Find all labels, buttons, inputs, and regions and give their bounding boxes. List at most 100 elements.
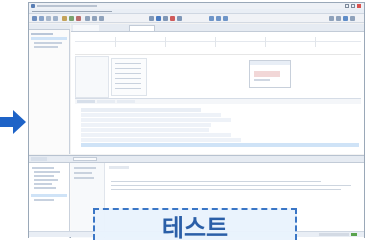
code-line: [81, 113, 221, 117]
design-ruler: [75, 33, 361, 55]
properties-field[interactable]: [109, 166, 129, 169]
arrow-right-icon: [0, 110, 26, 134]
toolbar: [29, 14, 364, 23]
caption-text: 테스트: [161, 216, 229, 240]
app-icon: [31, 4, 35, 8]
ruler-tick: [165, 37, 166, 47]
ruler-tick: [215, 37, 216, 47]
outline-view: [29, 163, 70, 238]
window-title: [37, 5, 97, 7]
tree-item[interactable]: [34, 179, 58, 181]
code-line: [81, 118, 231, 122]
list-item[interactable]: [115, 63, 141, 64]
code-line-highlighted: [81, 143, 359, 147]
copy-icon[interactable]: [46, 16, 51, 21]
design-canvas: [75, 56, 361, 98]
property-list: [111, 58, 147, 96]
toolbar-icon[interactable]: [156, 16, 161, 21]
paste-icon[interactable]: [53, 16, 58, 21]
toolbar-icon[interactable]: [223, 16, 228, 21]
open-icon[interactable]: [39, 16, 44, 21]
toolbar-icon[interactable]: [92, 16, 97, 21]
bottom-tab[interactable]: [31, 157, 47, 161]
bottom-tab-bar: [29, 156, 364, 163]
tree-item-selected[interactable]: [31, 37, 67, 40]
tree-item[interactable]: [34, 46, 58, 48]
list-item[interactable]: [74, 172, 92, 174]
toolbar-icon[interactable]: [170, 16, 175, 21]
list-item[interactable]: [115, 83, 141, 84]
toolbar-icon[interactable]: [177, 16, 182, 21]
editor-tab-active[interactable]: [129, 25, 155, 31]
editor-tab-bar: [71, 24, 364, 32]
maximize-icon[interactable]: [351, 4, 355, 8]
explorer-tab[interactable]: [29, 24, 70, 30]
tree-item[interactable]: [34, 171, 60, 173]
perspective-icon[interactable]: [336, 16, 341, 21]
folder-icon[interactable]: [62, 16, 67, 21]
form-field[interactable]: [254, 71, 280, 77]
form-header: [250, 61, 290, 65]
editor-tab[interactable]: [73, 25, 99, 31]
palette-panel: [75, 56, 109, 98]
code-line: [81, 138, 241, 142]
status-indicator: [351, 233, 357, 236]
tree-item[interactable]: [34, 187, 56, 189]
toolbar-icon[interactable]: [163, 16, 168, 21]
toolbar-icon[interactable]: [209, 16, 214, 21]
status-text: [319, 233, 349, 236]
tree-item[interactable]: [34, 42, 62, 44]
code-editor[interactable]: [75, 104, 361, 152]
code-line: [81, 128, 209, 132]
properties-text: [111, 189, 341, 190]
ruler-line: [75, 41, 361, 42]
close-icon[interactable]: [357, 4, 361, 8]
tree-item[interactable]: [34, 199, 54, 201]
code-line: [81, 123, 211, 127]
list-item[interactable]: [74, 177, 94, 179]
caption-box: 테스트: [93, 208, 297, 240]
code-line: [81, 108, 201, 112]
toolbar-icon[interactable]: [149, 16, 154, 21]
menu-items[interactable]: [32, 11, 112, 12]
code-line: [81, 133, 231, 137]
search-icon[interactable]: [350, 16, 355, 21]
bottom-tab-active[interactable]: [73, 157, 97, 161]
debug-icon[interactable]: [76, 16, 81, 21]
ruler-tick: [265, 37, 266, 47]
tree-item[interactable]: [31, 33, 53, 35]
run-icon[interactable]: [69, 16, 74, 21]
list-item[interactable]: [115, 78, 141, 79]
perspective-icon[interactable]: [343, 16, 348, 21]
sub-tab[interactable]: [117, 100, 135, 103]
ruler-tick: [115, 37, 116, 47]
editor-area: [71, 24, 364, 154]
screenshot-stage: 테스트: [0, 0, 367, 240]
list-item[interactable]: [74, 167, 96, 169]
minimize-icon[interactable]: [345, 4, 349, 8]
toolbar-icon[interactable]: [85, 16, 90, 21]
list-item[interactable]: [115, 68, 141, 69]
sub-tab[interactable]: [97, 100, 115, 103]
form-preview[interactable]: [249, 60, 291, 88]
tree-item[interactable]: [34, 183, 52, 185]
sub-tab[interactable]: [77, 100, 95, 103]
bottom-tab[interactable]: [49, 157, 65, 161]
toolbar-icon[interactable]: [99, 16, 104, 21]
list-item[interactable]: [115, 88, 141, 89]
editor-tab[interactable]: [101, 25, 127, 31]
ide-window: [28, 2, 365, 238]
properties-text: [111, 181, 321, 182]
package-explorer: [29, 24, 70, 154]
editor-tab[interactable]: [157, 25, 183, 31]
perspective-icon[interactable]: [329, 16, 334, 21]
properties-text: [111, 185, 351, 186]
form-field[interactable]: [254, 79, 270, 81]
tree-item-selected[interactable]: [31, 194, 67, 197]
tree-item[interactable]: [32, 167, 54, 169]
list-item[interactable]: [115, 73, 141, 74]
save-icon[interactable]: [32, 16, 37, 21]
toolbar-icon[interactable]: [216, 16, 221, 21]
tree-item[interactable]: [34, 175, 54, 177]
ruler-tick: [315, 37, 316, 47]
